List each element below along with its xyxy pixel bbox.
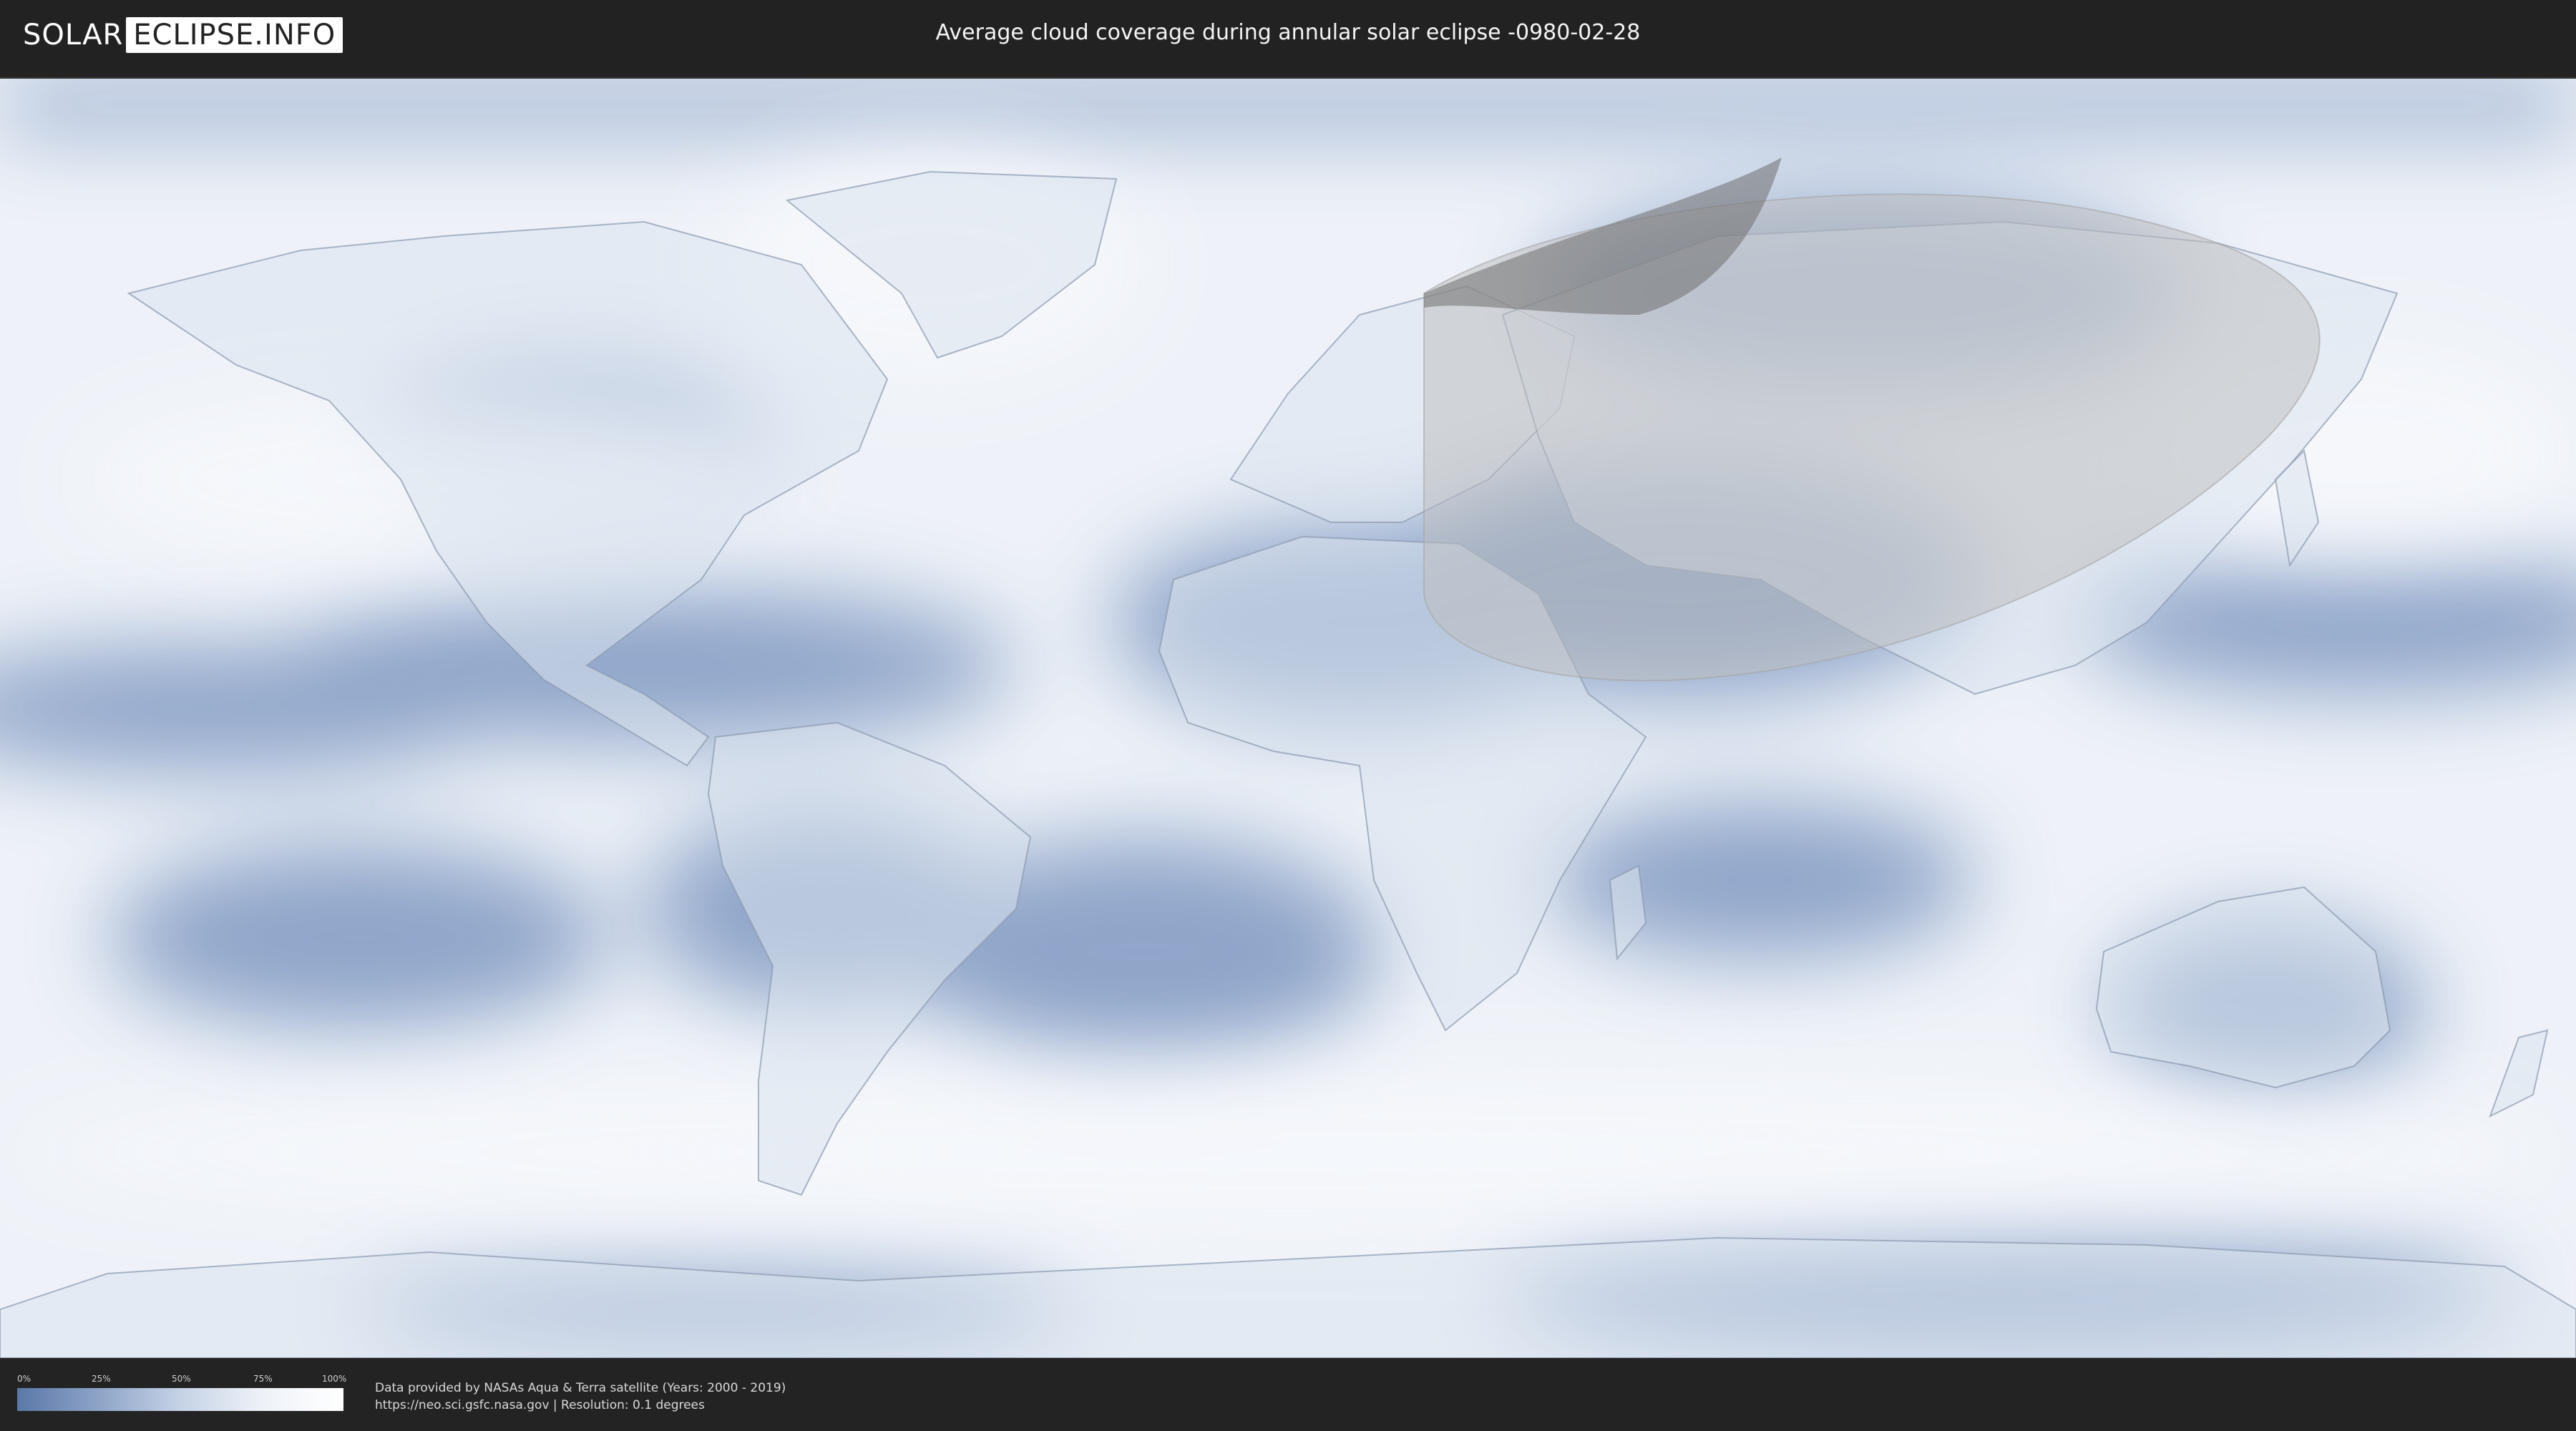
- page-title: Average cloud coverage during annular so…: [935, 20, 1641, 45]
- footer-bar: 0% 25% 50% 75% 100% Data provided by NAS…: [0, 1358, 2576, 1431]
- cloud-coverage-map: [0, 77, 2576, 1359]
- legend-tick-100: 100%: [322, 1374, 347, 1384]
- credits-line-2: https://neo.sci.gsfc.nasa.gov | Resoluti…: [375, 1398, 705, 1412]
- world-map-svg: [0, 79, 2576, 1359]
- legend-color-bar: [17, 1388, 343, 1411]
- legend-tick-50: 50%: [172, 1374, 191, 1384]
- legend-tick-0: 0%: [17, 1374, 31, 1384]
- header-bar: SOLAR ECLIPSE.INFO Average cloud coverag…: [0, 0, 2576, 72]
- credits-line-1: Data provided by NASAs Aqua & Terra sate…: [375, 1381, 786, 1395]
- legend-tick-75: 75%: [253, 1374, 273, 1384]
- cloud-coverage-legend: 0% 25% 50% 75% 100%: [17, 1374, 347, 1411]
- legend-tick-25: 25%: [92, 1374, 111, 1384]
- legend-ticks: 0% 25% 50% 75% 100%: [17, 1374, 347, 1385]
- data-credits: Data provided by NASAs Aqua & Terra sate…: [375, 1379, 786, 1414]
